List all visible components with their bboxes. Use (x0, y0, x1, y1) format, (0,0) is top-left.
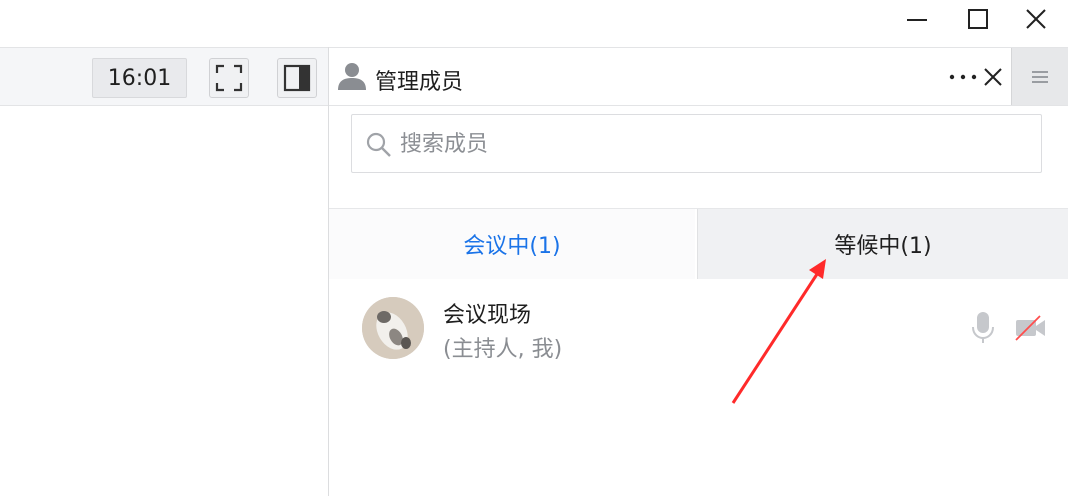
camera-off-icon[interactable] (1014, 314, 1048, 342)
minimize-icon (907, 19, 927, 21)
person-icon (338, 63, 366, 90)
panel-title: 管理成员 (375, 70, 464, 95)
panel-close-icon[interactable] (981, 65, 1005, 89)
sidebar-toggle-button[interactable] (277, 58, 317, 98)
more-icon[interactable] (948, 66, 978, 88)
member-search-box[interactable] (351, 114, 1042, 174)
window-maximize-button[interactable] (964, 6, 992, 32)
fullscreen-icon (215, 64, 243, 92)
meeting-time: 16:01 (92, 58, 187, 98)
close-icon (1026, 9, 1046, 29)
window-minimize-button[interactable] (903, 6, 931, 32)
search-input[interactable] (398, 115, 1022, 174)
maximize-icon (968, 9, 988, 29)
hamburger-icon (1032, 70, 1048, 83)
window-close-button[interactable] (1022, 6, 1050, 32)
panel-menu-button[interactable] (1011, 48, 1068, 105)
member-name: 会议现场 (443, 303, 532, 328)
avatar-image (362, 297, 424, 359)
tab-in-meeting[interactable]: 会议中(1) (329, 209, 695, 279)
fullscreen-button[interactable] (209, 58, 249, 98)
search-icon (366, 132, 391, 157)
microphone-icon[interactable] (970, 311, 996, 345)
member-role: (主持人, 我) (443, 337, 563, 362)
member-avatar (362, 297, 424, 359)
sidebar-panel-icon (283, 64, 311, 92)
tab-waiting[interactable]: 等候中(1) (697, 209, 1068, 279)
